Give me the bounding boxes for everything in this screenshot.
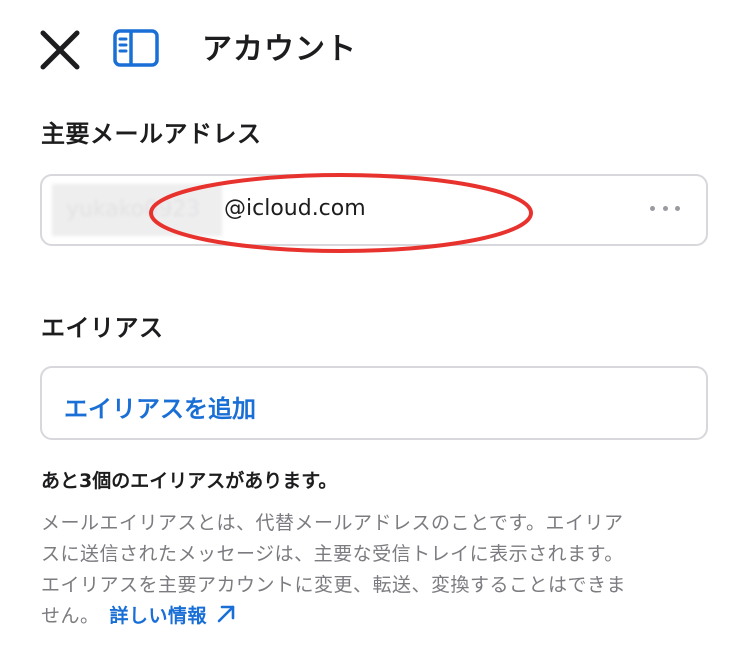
aliases-label: エイリアス (41, 314, 164, 342)
more-info-label: 詳しい情報 (109, 605, 208, 627)
sidebar-toggle-button[interactable] (110, 26, 162, 70)
alias-description: メールエイリアスとは、代替メールアドレスのことです。エイリア スに送信されたメッ… (41, 508, 721, 632)
description-line: スに送信されたメッセージは、主要な受信トレイに表示されます。 (41, 543, 624, 565)
header: アカウント (0, 0, 750, 96)
arrow-up-right-icon (217, 605, 235, 623)
description-line-text: せん。 (41, 605, 100, 627)
page-title: アカウント (202, 32, 357, 67)
description-line: エイリアスを主要アカウントに変更、転送、変換することはできま (41, 574, 627, 596)
ellipsis-dot (662, 205, 668, 211)
ellipsis-dot (675, 205, 680, 211)
sidebar-toggle-icon (113, 29, 159, 67)
ellipsis-icon[interactable] (650, 198, 680, 218)
account-page: アカウント 主要メールアドレス yukako0923 @icloud.com エ… (0, 0, 750, 645)
primary-email-label: 主要メールアドレス (41, 120, 262, 148)
add-alias-button[interactable]: エイリアスを追加 (40, 366, 708, 440)
redacted-username: yukako0923 (52, 184, 222, 236)
ellipsis-dot (650, 205, 655, 211)
email-domain: @icloud.com (224, 196, 366, 221)
remaining-aliases-note: あと3個のエイリアスがあります。 (41, 470, 338, 492)
close-icon (40, 30, 80, 70)
close-button[interactable] (36, 26, 84, 74)
description-line-last: せん。 詳しい情報 (41, 601, 721, 632)
description-line: メールエイリアスとは、代替メールアドレスのことです。エイリア (41, 512, 624, 534)
primary-email-field[interactable]: yukako0923 @icloud.com (40, 174, 708, 246)
more-info-link[interactable]: 詳しい情報 (110, 605, 238, 627)
add-alias-label: エイリアスを追加 (64, 395, 256, 423)
